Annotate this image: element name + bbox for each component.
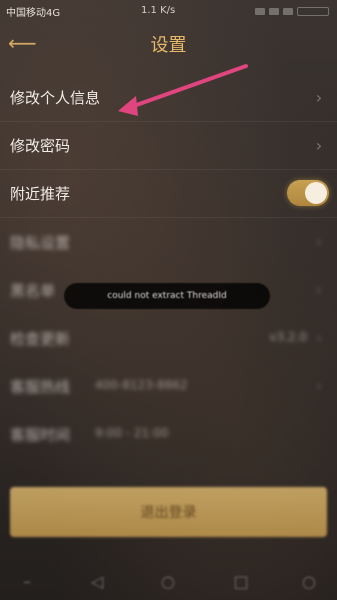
battery-icon (297, 7, 329, 16)
signal-icon (255, 8, 265, 15)
hotline-value: 400-8123-8862 (95, 378, 188, 392)
settings-item-nearby-recommend: 附近推荐 (0, 170, 337, 218)
settings-item-label: 客服热线 (10, 377, 71, 396)
page-title: 设置 (150, 35, 187, 56)
settings-item-label: 黑名单 (10, 281, 56, 300)
settings-item-label: 修改个人信息 (10, 89, 101, 107)
chevron-right-icon: › (315, 328, 323, 347)
settings-item-service-time: 客服时间 9:00 - 21:00 (0, 410, 337, 458)
wifi-icon (269, 8, 279, 15)
toggle-knob (305, 182, 327, 204)
settings-item-edit-profile[interactable]: 修改个人信息 › (0, 74, 337, 122)
carrier-label: 中国移动4G (6, 7, 61, 19)
version-value: v3.2.0 (269, 330, 307, 344)
settings-item-label: 隐私设置 (10, 233, 71, 252)
status-icons (255, 7, 329, 16)
service-time-value: 9:00 - 21:00 (95, 426, 169, 440)
back-icon[interactable]: ◁ (88, 573, 106, 591)
header: ⟵ 设置 (0, 25, 337, 65)
assistant-icon[interactable]: ○ (300, 573, 318, 591)
alarm-icon (283, 8, 293, 15)
chevron-right-icon: › (315, 136, 323, 155)
nearby-recommend-toggle[interactable] (287, 180, 329, 206)
system-nav-bar: – ◁ ○ □ ○ (0, 564, 337, 600)
settings-list: 修改个人信息 › 修改密码 › 附近推荐 隐私设置 › 黑名单 › 检查更新 v… (0, 74, 337, 458)
settings-item-check-update[interactable]: 检查更新 v3.2.0 › (0, 314, 337, 362)
recents-icon[interactable]: □ (232, 573, 250, 591)
settings-item-privacy[interactable]: 隐私设置 › (0, 218, 337, 266)
home-icon[interactable]: ○ (159, 573, 177, 591)
settings-item-change-password[interactable]: 修改密码 › (0, 122, 337, 170)
settings-item-hotline[interactable]: 客服热线 400-8123-8862 › (0, 362, 337, 410)
status-bar: 中国移动4G 1.1 K/s (0, 0, 337, 22)
logout-button[interactable]: 退出登录 (10, 487, 327, 537)
logout-label: 退出登录 (140, 505, 197, 521)
chevron-right-icon: › (315, 376, 323, 395)
menu-icon[interactable]: – (18, 573, 36, 591)
settings-item-label: 附近推荐 (10, 185, 71, 203)
network-speed: 1.1 K/s (141, 5, 176, 16)
settings-item-label: 检查更新 (10, 329, 71, 348)
chevron-right-icon: › (315, 88, 323, 107)
chevron-right-icon: › (315, 232, 323, 251)
settings-item-label: 客服时间 (10, 425, 71, 444)
chevron-right-icon: › (315, 280, 323, 299)
toast-message: could not extract ThreadId (64, 283, 270, 309)
settings-item-label: 修改密码 (10, 137, 71, 155)
